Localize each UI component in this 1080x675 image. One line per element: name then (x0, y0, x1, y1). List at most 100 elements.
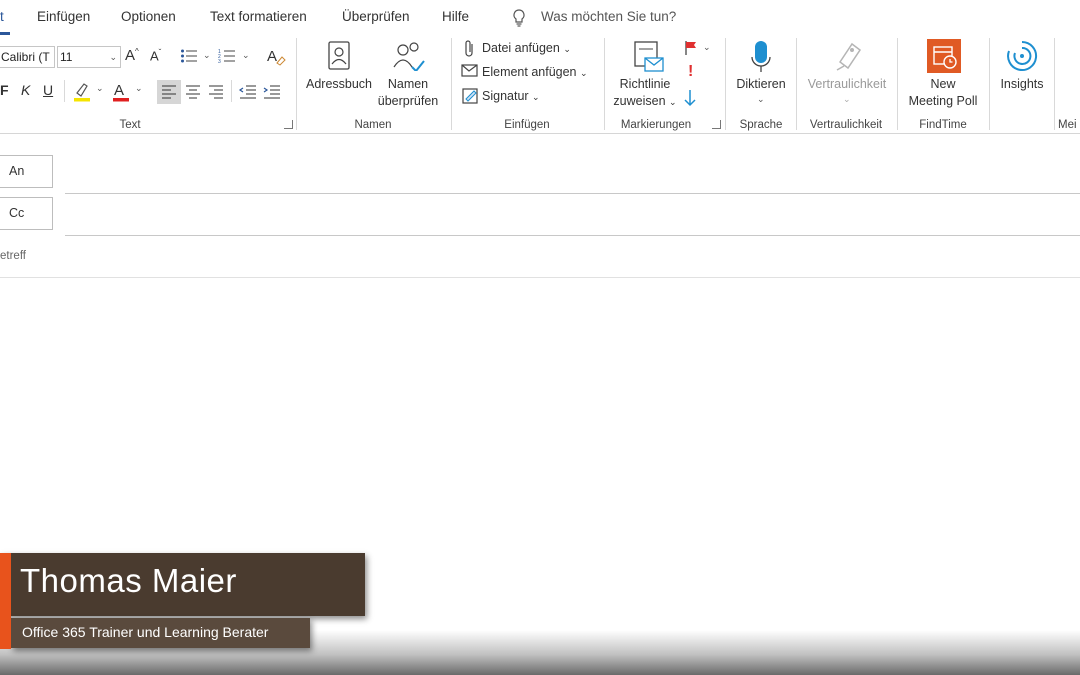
svg-text:A: A (114, 82, 124, 99)
chevron-down-icon: ⌄ (843, 94, 851, 104)
svg-text:A: A (267, 48, 277, 65)
align-right-icon[interactable] (204, 80, 228, 104)
to-button[interactable]: An (0, 155, 53, 188)
group-label-einfuegen: Einfügen (504, 119, 550, 131)
underline-button[interactable]: U (43, 82, 53, 98)
group-separator (897, 38, 898, 130)
chevron-down-icon[interactable]: ⌄ (703, 42, 711, 53)
assign-policy-button[interactable]: Richtlinie zuweisen ⌄ (613, 76, 676, 111)
tab-hilfe[interactable]: Hilfe (442, 9, 469, 24)
chevron-down-icon: ⌄ (669, 97, 677, 107)
clear-formatting-icon[interactable]: A (266, 46, 286, 66)
calendar-clock-icon (933, 46, 957, 69)
chevron-down-icon: ⌄ (563, 44, 571, 54)
tab-message[interactable]: t (0, 9, 4, 24)
ribbon-tab-bar: t Einfügen Optionen Text formatieren Übe… (0, 0, 1080, 36)
presenter-title: Office 365 Trainer und Learning Berater (22, 624, 269, 640)
svg-text:3: 3 (218, 59, 221, 64)
group-separator (796, 38, 797, 130)
group-label-findtime: FindTime (919, 119, 967, 131)
tab-optionen[interactable]: Optionen (121, 9, 176, 24)
ribbon: Calibri (T 11 ⌄ A^ Aˇ ⌄ 123 ⌄ A F K U ⌄ (0, 36, 1080, 134)
shrink-font-icon[interactable]: Aˇ (150, 48, 161, 63)
insights-icon[interactable] (1004, 39, 1040, 73)
signature-button[interactable]: Signatur ⌄ (482, 89, 540, 103)
chevron-down-icon[interactable]: ⌄ (203, 50, 211, 61)
group-label-vertraulichkeit: Vertraulichkeit (809, 119, 883, 131)
address-book-button[interactable]: Adressbuch (306, 76, 372, 93)
bullet-list-icon[interactable] (180, 48, 200, 64)
font-size-dropdown[interactable]: 11 ⌄ (57, 46, 121, 68)
chevron-down-icon: ⌄ (532, 92, 540, 102)
to-label: An (9, 164, 25, 178)
findtime-tile[interactable] (927, 39, 961, 73)
assign-policy-icon[interactable] (633, 40, 665, 74)
tab-einfuegen[interactable]: Einfügen (37, 9, 90, 24)
sensitivity-icon (836, 42, 862, 71)
group-separator (604, 38, 605, 130)
poll-line-2: Meeting Poll (908, 94, 978, 108)
active-tab-indicator (0, 32, 10, 35)
low-importance-icon[interactable] (683, 89, 697, 107)
presenter-name: Thomas Maier (20, 562, 237, 599)
check-names-line-2: überprüfen (377, 94, 439, 108)
font-color-icon[interactable]: A (111, 80, 131, 102)
dialog-launcher-icon[interactable] (284, 120, 293, 129)
attach-file-label: Datei anfügen (482, 41, 560, 55)
insights-button[interactable]: Insights (1000, 76, 1043, 93)
chevron-down-icon[interactable]: ⌄ (242, 50, 250, 61)
cc-button[interactable]: Cc (0, 197, 53, 230)
follow-up-flag-icon[interactable] (684, 40, 698, 56)
font-name-dropdown[interactable]: Calibri (T (0, 46, 55, 68)
dictate-button[interactable]: Diktieren (736, 76, 785, 93)
sensitivity-button[interactable]: Vertraulichkeit (808, 76, 887, 93)
increase-indent-icon[interactable] (260, 80, 284, 104)
high-importance-icon[interactable]: ! (688, 63, 693, 81)
to-field[interactable] (65, 193, 1080, 194)
signature-label: Signatur (482, 89, 529, 103)
microphone-icon[interactable] (750, 40, 772, 74)
attach-item-label: Element anfügen (482, 65, 577, 79)
lightbulb-icon[interactable] (511, 8, 527, 28)
attach-item-button[interactable]: Element anfügen ⌄ (482, 65, 588, 79)
italic-button[interactable]: K (21, 82, 30, 98)
divider (64, 80, 65, 102)
bold-button[interactable]: F (0, 82, 9, 98)
numbered-list-icon[interactable]: 123 (218, 48, 238, 64)
decrease-indent-icon[interactable] (236, 80, 260, 104)
group-label-text: Text (119, 119, 141, 131)
chevron-down-icon[interactable]: ⌄ (757, 94, 765, 105)
group-label-markierungen: Markierungen (620, 119, 692, 131)
tab-ueberpruefen[interactable]: Überprüfen (342, 9, 410, 24)
chevron-down-icon[interactable]: ⌄ (96, 83, 104, 94)
tell-me-search[interactable]: Was möchten Sie tun? (541, 9, 676, 24)
divider (231, 80, 232, 102)
font-name-value: Calibri (T (1, 50, 50, 64)
highlighter-icon[interactable] (72, 80, 92, 102)
attach-file-button[interactable]: Datei anfügen ⌄ (482, 41, 571, 55)
group-label-namen: Namen (354, 119, 392, 131)
lower-third-accent-bar (0, 553, 11, 649)
grow-font-icon[interactable]: A^ (125, 47, 139, 64)
group-separator (989, 38, 990, 130)
cc-field[interactable] (65, 235, 1080, 236)
check-names-button[interactable]: Namen überprüfen (378, 76, 438, 110)
tab-text-formatieren[interactable]: Text formatieren (210, 9, 307, 24)
align-left-icon (162, 85, 176, 99)
assign-policy-line-1: Richtlinie (619, 77, 671, 91)
poll-line-1: New (930, 77, 956, 91)
chevron-down-icon[interactable]: ⌄ (135, 83, 143, 94)
group-separator (296, 38, 297, 130)
group-separator (451, 38, 452, 130)
chevron-down-icon: ⌄ (109, 52, 117, 62)
attach-item-icon (461, 64, 478, 77)
address-book-icon[interactable] (325, 40, 353, 72)
dialog-launcher-icon[interactable] (712, 120, 721, 129)
outlook-compose-window: t Einfügen Optionen Text formatieren Übe… (0, 0, 1080, 675)
new-meeting-poll-button[interactable]: New Meeting Poll (909, 76, 978, 110)
align-center-icon[interactable] (181, 80, 205, 104)
align-left-button[interactable] (157, 80, 181, 104)
paperclip-icon (465, 40, 473, 57)
group-separator (725, 38, 726, 130)
check-names-icon[interactable] (392, 39, 426, 71)
